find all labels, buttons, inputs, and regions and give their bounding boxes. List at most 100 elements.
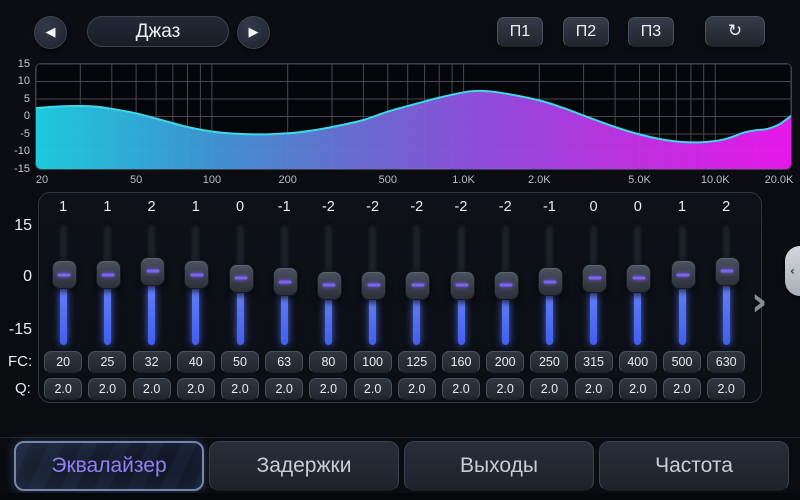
band-fc-button[interactable]: 100 — [354, 351, 392, 373]
band-q-button[interactable]: 2.0 — [88, 378, 126, 400]
handle-grip-line — [588, 277, 601, 280]
fc-row-label: FC: — [8, 353, 32, 370]
tab-delays[interactable]: Задержки — [209, 441, 399, 491]
band-gain-value: 2 — [722, 199, 730, 215]
band-gain-value: 1 — [103, 199, 111, 215]
q-row-label: Q: — [15, 380, 31, 397]
band-q-button[interactable]: 2.0 — [619, 378, 657, 400]
band-fc-button[interactable]: 630 — [707, 351, 745, 373]
more-bands-arrow[interactable]: › — [751, 282, 767, 322]
band-slider-handle[interactable] — [273, 267, 298, 296]
band-fc-button[interactable]: 400 — [619, 351, 657, 373]
chart-x-tick: 20.0K — [765, 174, 794, 186]
reset-button[interactable]: ↻ — [705, 16, 765, 47]
handle-grip-line — [632, 277, 645, 280]
band-gain-value: 0 — [590, 199, 598, 215]
side-drawer-handle[interactable]: ‹ — [785, 246, 800, 296]
preset-slot-2-button[interactable]: П2 — [563, 17, 609, 47]
band-fc-button[interactable]: 315 — [575, 351, 613, 373]
band-q-button[interactable]: 2.0 — [663, 378, 701, 400]
band-gain-value: 1 — [59, 199, 67, 215]
band-fc-button[interactable]: 50 — [221, 351, 259, 373]
band-slider-handle[interactable] — [671, 260, 696, 289]
band-fc-button[interactable]: 25 — [88, 351, 126, 373]
handle-grip-line — [190, 273, 203, 276]
handle-grip-line — [367, 284, 380, 287]
chart-y-tick: -5 — [4, 129, 30, 140]
chevron-left-icon: ‹ — [790, 264, 795, 278]
chart-x-tick: 50 — [130, 174, 142, 186]
band-fc-button[interactable]: 250 — [530, 351, 568, 373]
handle-grip-line — [456, 284, 469, 287]
band-q-button[interactable]: 2.0 — [221, 378, 259, 400]
tab-frequency[interactable]: Частота — [599, 441, 789, 491]
band-fc-button[interactable]: 20 — [44, 351, 82, 373]
band-fc-button[interactable]: 125 — [398, 351, 436, 373]
band-slider-handle[interactable] — [317, 271, 342, 300]
tab-outputs[interactable]: Выходы — [404, 441, 594, 491]
band-slider-handle[interactable] — [52, 260, 77, 289]
band-q-button[interactable]: 2.0 — [177, 378, 215, 400]
band-slider-handle[interactable] — [582, 264, 607, 293]
handle-grip-line — [279, 280, 292, 283]
band-slider-handle[interactable] — [140, 257, 165, 286]
handle-grip-line — [544, 280, 557, 283]
preset-next-button[interactable]: ▶ — [237, 16, 270, 49]
chart-y-tick: -15 — [4, 164, 30, 175]
band-slider-handle[interactable] — [538, 267, 563, 296]
band-q-button[interactable]: 2.0 — [309, 378, 347, 400]
bottom-strip — [0, 493, 800, 500]
preset-slot-3-button[interactable]: П3 — [628, 17, 674, 47]
chart-x-tick: 1.0K — [452, 174, 475, 186]
band-q-button[interactable]: 2.0 — [486, 378, 524, 400]
chart-x-tick: 500 — [379, 174, 397, 186]
band-slider-handle[interactable] — [715, 257, 740, 286]
band-gain-value: 1 — [192, 199, 200, 215]
band-q-button[interactable]: 2.0 — [575, 378, 613, 400]
band-gain-value: -2 — [499, 199, 512, 215]
band-slider-handle[interactable] — [184, 260, 209, 289]
band-fc-button[interactable]: 80 — [309, 351, 347, 373]
frequency-response-chart — [35, 63, 792, 170]
band-gain-value: -2 — [366, 199, 379, 215]
band-fc-button[interactable]: 160 — [442, 351, 480, 373]
band-gain-value: 0 — [236, 199, 244, 215]
band-q-button[interactable]: 2.0 — [265, 378, 303, 400]
band-slider-handle[interactable] — [450, 271, 475, 300]
preset-name: Джаз — [136, 21, 181, 43]
tab-equalizer[interactable]: Эквалайзер — [14, 441, 204, 491]
preset-slot-1-button[interactable]: П1 — [497, 17, 543, 47]
chart-x-tick: 5.0K — [628, 174, 651, 186]
band-fc-button[interactable]: 40 — [177, 351, 215, 373]
band-fc-button[interactable]: 200 — [486, 351, 524, 373]
band-fc-button[interactable]: 63 — [265, 351, 303, 373]
band-q-button[interactable]: 2.0 — [530, 378, 568, 400]
band-fc-button[interactable]: 32 — [133, 351, 171, 373]
band-slider-handle[interactable] — [626, 264, 651, 293]
chart-y-tick: 5 — [4, 94, 30, 105]
handle-grip-line — [677, 273, 690, 276]
preset-display[interactable]: Джаз — [87, 16, 229, 47]
band-slider-handle[interactable] — [494, 271, 519, 300]
band-slider-handle[interactable] — [405, 271, 430, 300]
chart-x-tick: 20 — [36, 174, 48, 186]
band-slider-handle[interactable] — [96, 260, 121, 289]
band-q-button[interactable]: 2.0 — [398, 378, 436, 400]
band-q-button[interactable]: 2.0 — [44, 378, 82, 400]
handle-grip-line — [411, 284, 424, 287]
band-q-button[interactable]: 2.0 — [133, 378, 171, 400]
band-gain-value: 2 — [148, 199, 156, 215]
band-slider-handle[interactable] — [361, 271, 386, 300]
band-gain-value: -2 — [410, 199, 423, 215]
band-q-button[interactable]: 2.0 — [442, 378, 480, 400]
band-fc-button[interactable]: 500 — [663, 351, 701, 373]
band-slider-handle[interactable] — [229, 264, 254, 293]
band-q-button[interactable]: 2.0 — [354, 378, 392, 400]
preset-prev-button[interactable]: ◀ — [34, 16, 67, 49]
handle-grip-line — [500, 284, 513, 287]
band-gain-value: 1 — [678, 199, 686, 215]
handle-grip-line — [721, 270, 734, 273]
band-q-button[interactable]: 2.0 — [707, 378, 745, 400]
eq-axis-label: 15 — [4, 217, 32, 235]
chart-x-tick: 2.0K — [528, 174, 551, 186]
